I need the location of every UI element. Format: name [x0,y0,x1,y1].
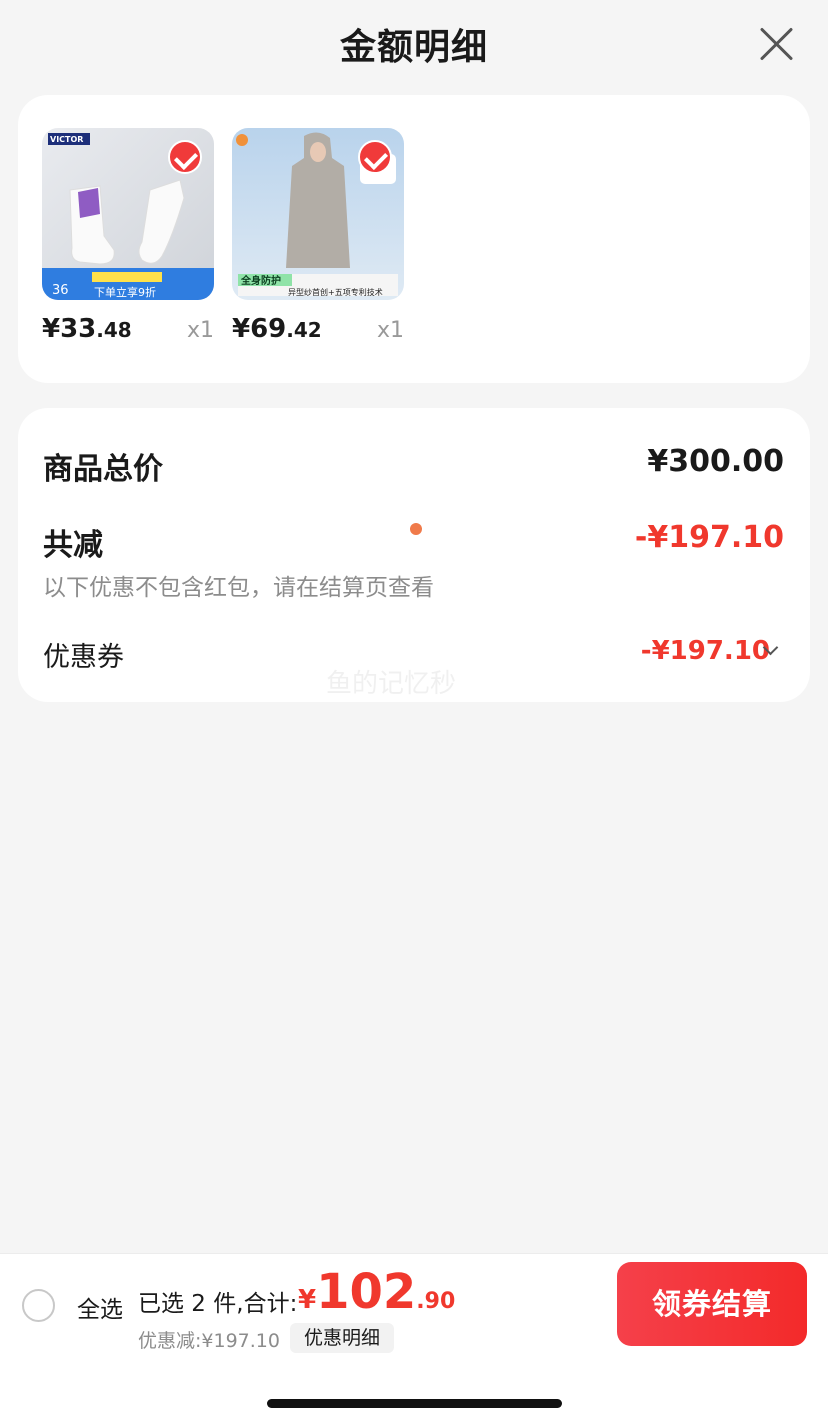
promo-text: 全身防护 [240,274,281,287]
indicator-dot [410,523,422,535]
coupon-value[interactable]: -¥197.10 [641,636,770,666]
promo-text: 下单立享9折 [94,285,156,299]
promo-subtext: 异型纱首创+五项专利技术 [288,287,383,297]
svg-text:36: 36 [52,283,69,298]
select-all-radio[interactable] [22,1289,55,1322]
brand-logo: VICTOR [50,135,83,144]
selected-count: 已选 2 件,合计: [138,1291,298,1317]
product-image-socks[interactable]: 36 下单立享9折 VICTOR [42,128,214,300]
total-label: 商品总价 [43,452,163,487]
home-indicator [267,1399,562,1408]
product-price: ¥69.42 [232,314,322,344]
product-price: ¥33.48 [42,314,132,344]
product-item[interactable]: 全身防护 异型纱首创+五项专利技术 ¥69.42 x1 [232,128,404,354]
selected-check-icon[interactable] [168,140,202,174]
close-icon[interactable] [756,24,796,64]
reduce-value: -¥197.10 [634,520,784,555]
total-amount: ¥102.90 [298,1264,456,1320]
reduce-label: 共减 [43,528,103,563]
summary-card: 商品总价 ¥300.00 共减 -¥197.10 以下优惠不包含红包，请在结算页… [18,408,810,702]
discount-amount: 优惠减:¥197.10 [138,1330,280,1352]
product-image-coat[interactable]: 全身防护 异型纱首创+五项专利技术 [232,128,404,300]
product-qty: x1 [186,318,214,343]
selected-check-icon[interactable] [358,140,392,174]
product-card: 36 下单立享9折 VICTOR ¥33.48 x1 全身防护 异型纱首创+五项… [18,95,810,383]
watermark: 鱼的记忆秒 [326,669,457,699]
checkout-button[interactable]: 领券结算 [617,1262,807,1346]
product-item[interactable]: 36 下单立享9折 VICTOR ¥33.48 x1 [42,128,214,354]
select-all-label[interactable]: 全选 [77,1290,123,1324]
coupon-label[interactable]: 优惠券 [43,635,124,674]
total-value: ¥300.00 [647,444,784,479]
checkout-bar: 全选 已选 2 件,合计: ¥102.90 优惠减:¥197.10 优惠明细 领… [0,1253,828,1426]
header: 金额明细 [0,0,828,86]
page-title: 金额明细 [339,27,488,68]
discount-note: 以下优惠不包含红包，请在结算页查看 [43,575,434,601]
price-row: ¥33.48 x1 [42,314,214,354]
discount-detail-button[interactable]: 优惠明细 [290,1323,395,1353]
price-row: ¥69.42 x1 [232,314,404,354]
product-qty: x1 [376,318,404,343]
